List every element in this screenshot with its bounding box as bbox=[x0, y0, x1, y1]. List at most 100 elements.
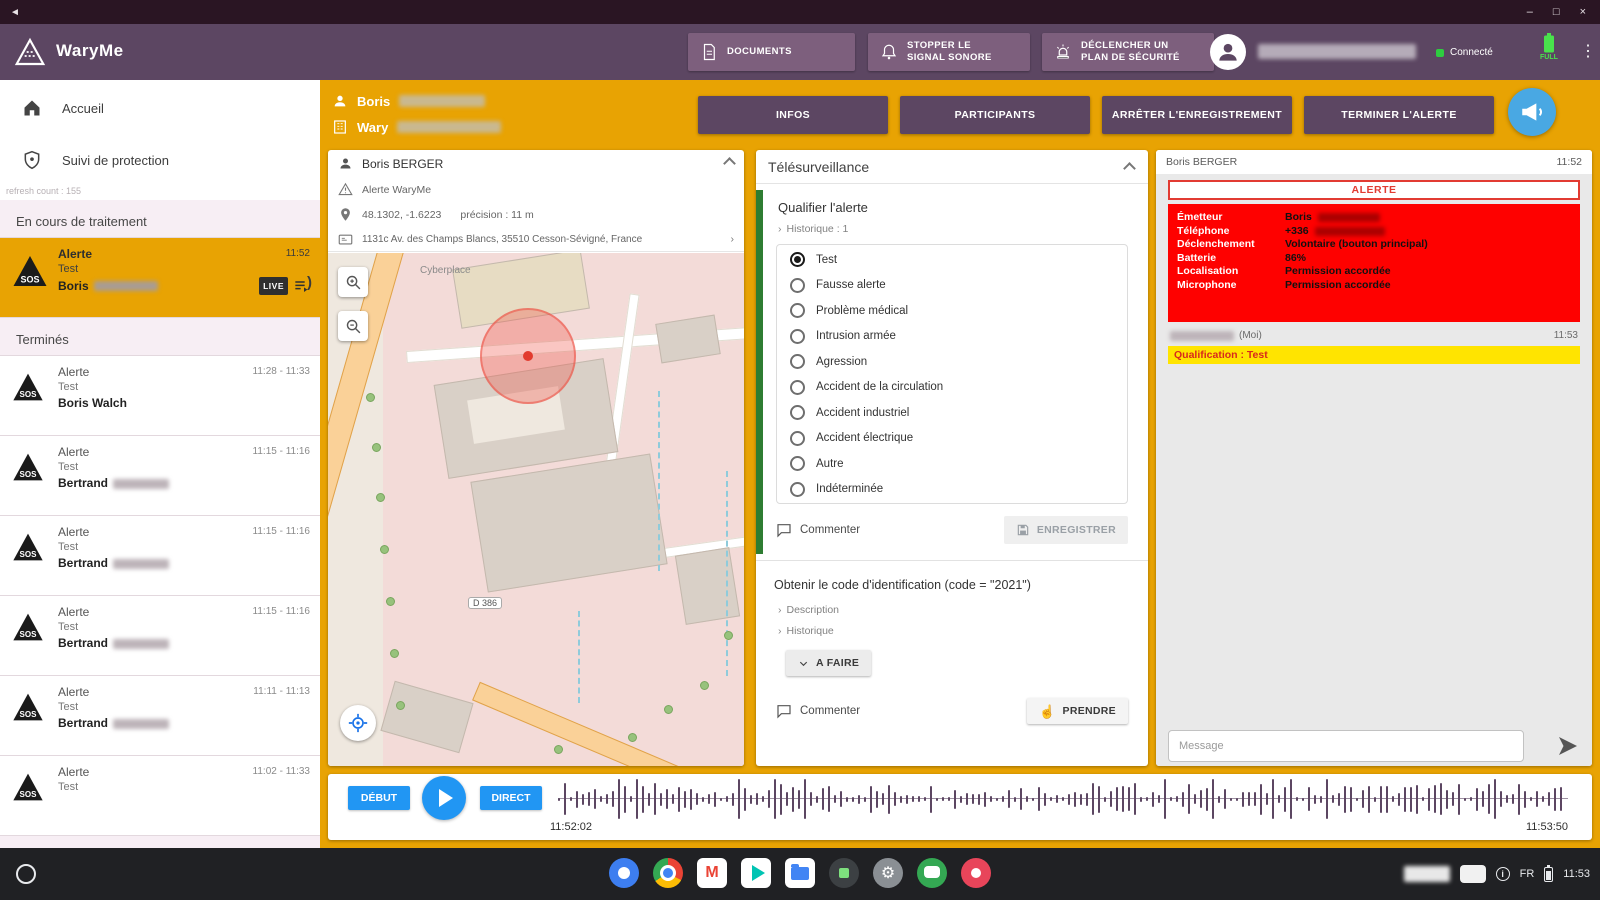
audio-start-button[interactable]: DÉBUT bbox=[348, 786, 410, 810]
collapse-chevron-icon[interactable] bbox=[723, 157, 736, 170]
warning-icon bbox=[338, 182, 353, 197]
svg-text:SOS: SOS bbox=[20, 274, 39, 284]
person-name-redacted bbox=[113, 719, 169, 729]
comment-take-row: Commenter ☝ PRENDRE bbox=[776, 698, 1128, 724]
alert-qualification-options: Test Fausse alerte Problème médical Intr… bbox=[776, 244, 1128, 504]
map-canvas[interactable]: Cyberplace D 386 bbox=[328, 253, 744, 766]
active-alert-card[interactable]: SOS Alerte11:52 Test Boris LIVE ) bbox=[0, 238, 320, 318]
option-test[interactable]: Test bbox=[777, 247, 1127, 273]
launcher-button[interactable] bbox=[16, 864, 36, 884]
end-alert-button[interactable]: TERMINER L'ALERTE bbox=[1304, 96, 1494, 134]
my-location-button[interactable] bbox=[340, 705, 376, 741]
sidebar-item-accueil[interactable]: Accueil bbox=[0, 88, 320, 128]
user-name-redacted bbox=[1258, 44, 1416, 59]
sos-triangle-icon: SOS bbox=[12, 612, 44, 642]
infos-button[interactable]: INFOS bbox=[698, 96, 888, 134]
telesurveillance-header: Télésurveillance bbox=[756, 150, 1148, 184]
sidebar-item-suivi-protection[interactable]: Suivi de protection bbox=[0, 140, 320, 180]
save-button[interactable]: ENREGISTRER bbox=[1004, 516, 1128, 544]
sos-triangle-icon: SOS bbox=[12, 772, 44, 802]
option-autre[interactable]: Autre bbox=[777, 451, 1127, 477]
tree-icon bbox=[372, 443, 381, 452]
take-button[interactable]: ☝ PRENDRE bbox=[1027, 698, 1128, 724]
audio-waveform[interactable] bbox=[558, 776, 1568, 822]
comment-link[interactable]: Commenter bbox=[776, 522, 860, 538]
send-button[interactable] bbox=[1556, 734, 1580, 758]
chevron-right-icon: › bbox=[778, 223, 782, 235]
radio-icon bbox=[790, 303, 805, 318]
play-store-icon[interactable] bbox=[741, 858, 771, 888]
description-link[interactable]: ›Description bbox=[778, 604, 839, 616]
qualify-title: Qualifier l'alerte bbox=[778, 200, 868, 215]
megaphone-button[interactable] bbox=[1508, 88, 1556, 136]
security-plan-button[interactable]: DÉCLENCHER UN PLAN DE SÉCURITÉ bbox=[1042, 33, 1214, 71]
stop-recording-button[interactable]: ARRÊTER L'ENREGISTREMENT bbox=[1102, 96, 1292, 134]
participants-button[interactable]: PARTICIPANTS bbox=[900, 96, 1090, 134]
option-accident-electrique[interactable]: Accident électrique bbox=[777, 426, 1127, 452]
option-accident-industriel[interactable]: Accident industriel bbox=[777, 400, 1127, 426]
collapse-chevron-icon[interactable] bbox=[1123, 162, 1136, 175]
history-link[interactable]: ›Historique : 1 bbox=[778, 223, 848, 235]
comment-link-2[interactable]: Commenter bbox=[776, 703, 860, 719]
play-button[interactable] bbox=[422, 776, 466, 820]
tree-icon bbox=[396, 701, 405, 710]
notification-pill[interactable] bbox=[1460, 865, 1486, 883]
option-intrusion-armee[interactable]: Intrusion armée bbox=[777, 324, 1127, 350]
terminal-app-icon[interactable] bbox=[829, 858, 859, 888]
radio-icon bbox=[790, 482, 805, 497]
audio-live-button[interactable]: DIRECT bbox=[480, 786, 542, 810]
back-arrow-icon[interactable]: ◄ bbox=[10, 7, 20, 18]
status-tray[interactable]: i FR 11:53 bbox=[1404, 848, 1590, 900]
maximize-icon[interactable]: □ bbox=[1553, 0, 1560, 24]
map-place-label: Cyberplace bbox=[420, 265, 471, 276]
chat-app-icon[interactable] bbox=[609, 858, 639, 888]
overflow-menu-icon[interactable]: ⋮ bbox=[1580, 41, 1596, 61]
media-app-icon[interactable] bbox=[961, 858, 991, 888]
magnifier-plus-icon bbox=[345, 274, 362, 291]
audio-start-time: 11:52:02 bbox=[550, 821, 592, 833]
megaphone-icon bbox=[1519, 99, 1545, 125]
finished-alert-card[interactable]: SOS Alerte11:15 - 11:16 Test Bertrand bbox=[0, 436, 320, 516]
message-input[interactable] bbox=[1168, 730, 1524, 762]
close-icon[interactable]: × bbox=[1580, 0, 1586, 24]
svg-text:SOS: SOS bbox=[20, 390, 38, 399]
history-link-2[interactable]: ›Historique bbox=[778, 625, 834, 637]
os-shelf: M ⚙ i FR 11:53 bbox=[0, 848, 1600, 900]
finished-alert-card[interactable]: SOS Alerte11:15 - 11:16 Test Bertrand bbox=[0, 516, 320, 596]
option-indeterminee[interactable]: Indéterminée bbox=[777, 477, 1127, 503]
map-address-row: 1131c Av. des Champs Blancs, 35510 Cesso… bbox=[328, 227, 744, 252]
map-path bbox=[578, 611, 580, 703]
files-app-icon[interactable] bbox=[785, 858, 815, 888]
minimize-icon[interactable]: – bbox=[1527, 0, 1533, 24]
keyboard-language: FR bbox=[1520, 868, 1535, 880]
messages-app-icon[interactable] bbox=[917, 858, 947, 888]
zoom-out-button[interactable] bbox=[338, 311, 368, 341]
option-agression[interactable]: Agression bbox=[777, 349, 1127, 375]
zoom-in-button[interactable] bbox=[338, 267, 368, 297]
alert-details-box: ÉmetteurBoris Téléphone+336 Déclenchemen… bbox=[1168, 204, 1580, 322]
option-probleme-medical[interactable]: Problème médical bbox=[777, 298, 1127, 324]
emitter-redacted bbox=[1318, 213, 1380, 222]
map-building bbox=[675, 547, 740, 625]
option-fausse-alerte[interactable]: Fausse alerte bbox=[777, 273, 1127, 299]
battery-status: FULL bbox=[1540, 33, 1558, 61]
documents-button[interactable]: DOCUMENTS bbox=[688, 33, 855, 71]
telesurveillance-panel: Télésurveillance Qualifier l'alerte ›His… bbox=[756, 150, 1148, 766]
map-path bbox=[726, 471, 728, 676]
gmail-icon[interactable]: M bbox=[697, 858, 727, 888]
chevron-right-icon[interactable]: › bbox=[731, 233, 735, 245]
finished-alert-card[interactable]: SOS Alerte11:02 - 11:33 Test bbox=[0, 756, 320, 836]
status-dropdown-button[interactable]: A FAIRE bbox=[786, 650, 871, 676]
settings-icon[interactable]: ⚙ bbox=[873, 858, 903, 888]
finished-alert-card[interactable]: SOS Alerte11:28 - 11:33 Test Boris Walch bbox=[0, 356, 320, 436]
tree-icon bbox=[724, 631, 733, 640]
stop-sound-button[interactable]: STOPPER LE SIGNAL SONORE bbox=[868, 33, 1030, 71]
finished-alert-card[interactable]: SOS Alerte11:11 - 11:13 Test Bertrand bbox=[0, 676, 320, 756]
user-avatar-icon[interactable] bbox=[1210, 34, 1246, 70]
finished-alert-card[interactable]: SOS Alerte11:15 - 11:16 Test Bertrand bbox=[0, 596, 320, 676]
chrome-icon[interactable] bbox=[653, 858, 683, 888]
save-icon bbox=[1016, 523, 1030, 537]
alert-banner: ALERTE bbox=[1168, 180, 1580, 200]
person-name-redacted bbox=[113, 639, 169, 649]
option-accident-circulation[interactable]: Accident de la circulation bbox=[777, 375, 1127, 401]
